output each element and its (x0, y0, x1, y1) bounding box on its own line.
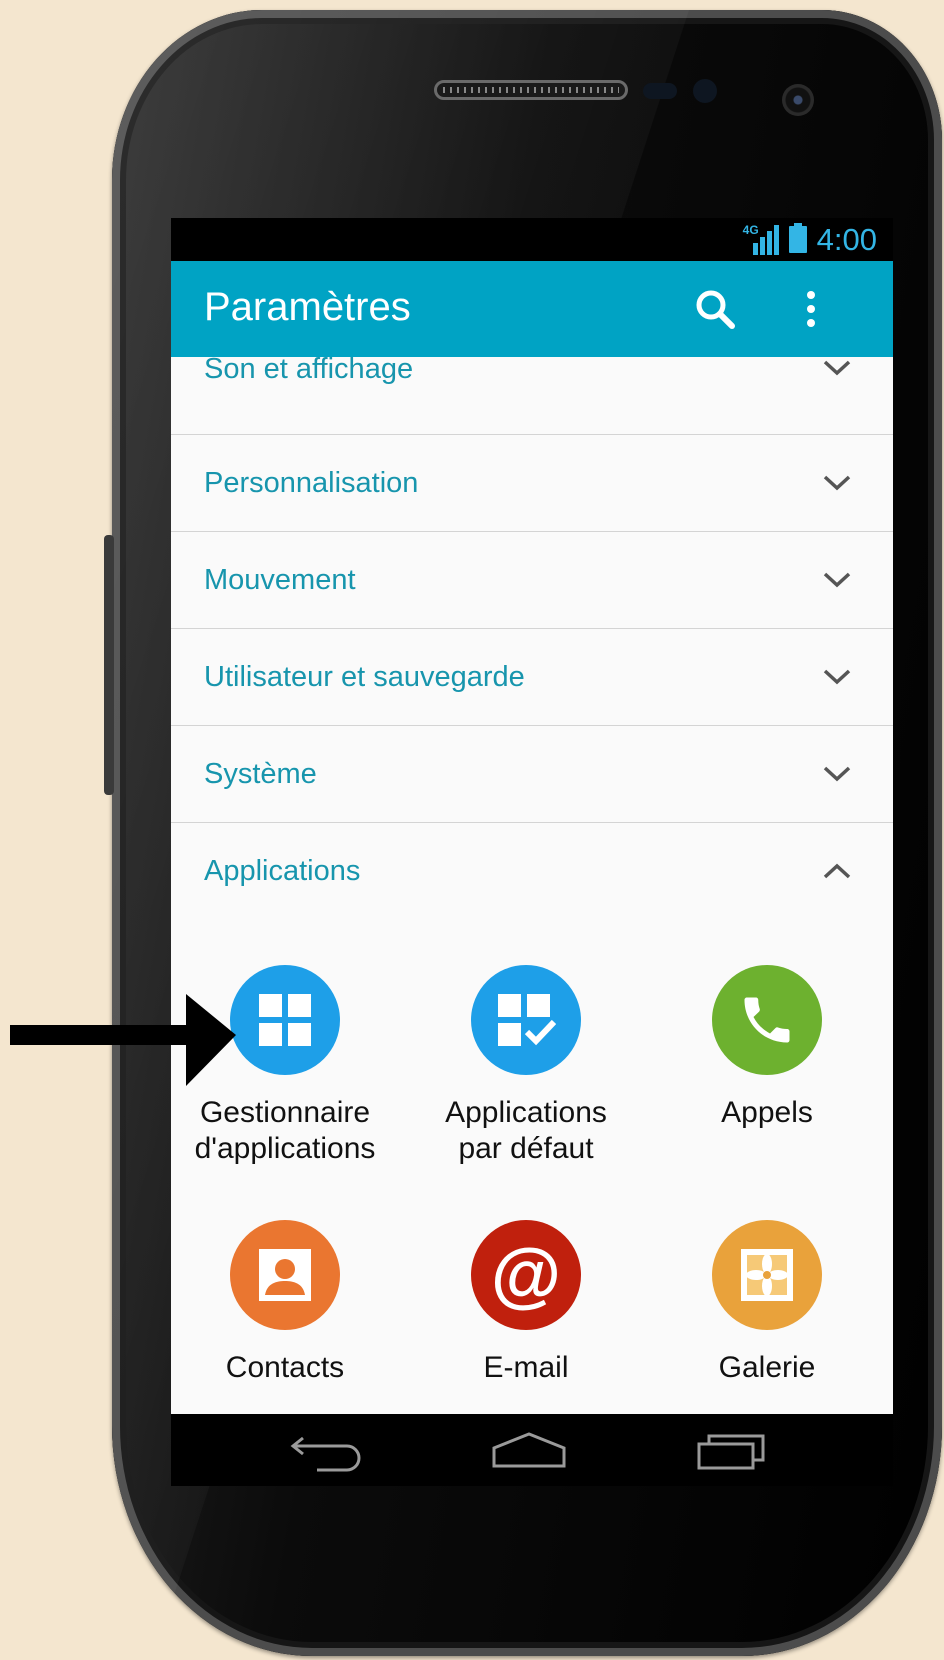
volume-button (104, 535, 114, 795)
app-label-line1: E-mail (483, 1351, 569, 1384)
back-icon[interactable] (281, 1424, 371, 1476)
chevron-down-icon (823, 669, 851, 685)
app-label: Appels (647, 1095, 887, 1131)
section-row-mouvement[interactable]: Mouvement (171, 532, 893, 629)
app-label-line1: Galerie (718, 1351, 816, 1384)
contact-icon (259, 1249, 311, 1301)
app-tile-e-mail[interactable]: @ E-mail (406, 1220, 646, 1386)
overflow-menu-button[interactable] (785, 283, 837, 335)
app-label: Galerie (647, 1350, 887, 1386)
status-bar: 4G 4:00 (171, 218, 893, 261)
app-icon-circle (230, 1220, 340, 1330)
navigation-bar (171, 1414, 893, 1486)
app-label-line1: Appels (721, 1096, 813, 1129)
more-vert-icon (807, 291, 815, 327)
section-label: Mouvement (204, 564, 356, 596)
chevron-down-icon (823, 766, 851, 782)
app-tile-contacts[interactable]: Contacts (171, 1220, 405, 1386)
section-row-personnalisation[interactable]: Personnalisation (171, 435, 893, 532)
app-icon-circle (712, 1220, 822, 1330)
search-icon (696, 290, 735, 329)
earpiece-speaker (434, 80, 628, 100)
app-label-line1: Applications (445, 1096, 607, 1129)
app-label: E-mail (406, 1350, 646, 1386)
app-icon-circle (471, 965, 581, 1075)
section-row-systeme[interactable]: Système (171, 726, 893, 823)
app-icon-circle: @ (471, 1220, 581, 1330)
grid-check-icon (498, 994, 556, 1046)
app-label: Gestionnaire d'applications (171, 1095, 405, 1167)
proximity-sensor (643, 83, 677, 99)
section-label: Personnalisation (204, 467, 419, 499)
battery-icon (788, 222, 807, 258)
app-label: Contacts (171, 1350, 405, 1386)
screen: 4G 4:00 Paramètres Son et affichage Pers… (171, 218, 893, 1414)
search-button[interactable] (689, 283, 741, 335)
chevron-up-icon (823, 863, 851, 879)
gallery-icon (741, 1249, 793, 1301)
light-sensor (693, 79, 717, 103)
app-tile-applications-par-defaut[interactable]: Applications par défaut (406, 965, 646, 1167)
section-label: Système (204, 758, 317, 790)
status-time: 4:00 (816, 222, 877, 257)
app-label: Applications par défaut (406, 1095, 646, 1167)
phone-icon (744, 997, 790, 1043)
app-label-line2: d'applications (194, 1132, 376, 1165)
section-row-utilisateur-et-sauvegarde[interactable]: Utilisateur et sauvegarde (171, 629, 893, 726)
recents-icon[interactable] (687, 1424, 777, 1476)
chevron-down-icon (823, 360, 851, 376)
home-icon[interactable] (484, 1424, 574, 1476)
chevron-down-icon (823, 475, 851, 491)
at-icon: @ (490, 1235, 562, 1315)
app-tile-galerie[interactable]: Galerie (647, 1220, 887, 1386)
app-icon-circle (230, 965, 340, 1075)
section-row-son-et-affichage[interactable]: Son et affichage (171, 339, 893, 435)
section-label: Utilisateur et sauvegarde (204, 661, 525, 693)
page-title: Paramètres (204, 285, 411, 329)
chevron-down-icon (823, 572, 851, 588)
signal-4g-icon: 4G (743, 223, 779, 255)
app-icon-circle (712, 965, 822, 1075)
front-camera (782, 84, 814, 116)
pointer-arrow-icon (10, 994, 236, 1086)
section-label: Son et affichage (204, 353, 414, 385)
app-label-line2: par défaut (458, 1132, 594, 1165)
app-label-line1: Gestionnaire (199, 1096, 371, 1129)
section-row-applications[interactable]: Applications (171, 823, 893, 920)
app-label-line1: Contacts (225, 1351, 345, 1384)
grid-icon (259, 994, 311, 1046)
section-label: Applications (204, 855, 361, 887)
app-tile-appels[interactable]: Appels (647, 965, 887, 1131)
